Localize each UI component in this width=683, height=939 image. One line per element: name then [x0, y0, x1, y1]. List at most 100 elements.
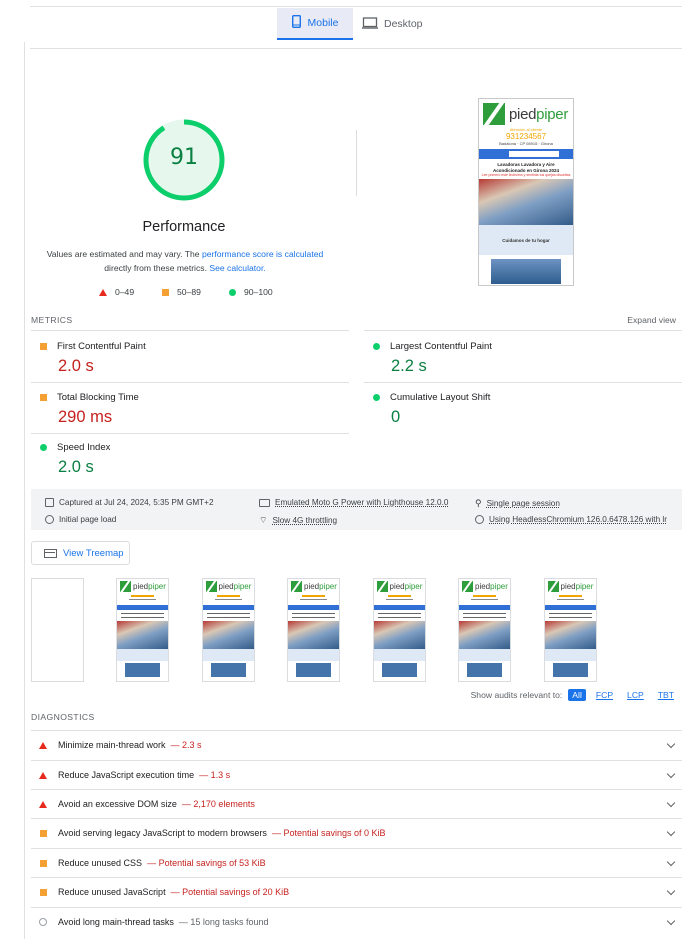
metrics-label: METRICS: [31, 315, 73, 325]
fail-triangle-icon: [39, 800, 47, 808]
logo-text-b: piper: [490, 582, 508, 591]
metric-value: 2.0 s: [58, 357, 94, 375]
logo-text-a: pied: [475, 582, 491, 591]
address-text: Badalona · CP 08915 · Girona: [499, 141, 553, 146]
frame-secondary-image: [125, 663, 160, 677]
secondary-image: [491, 259, 561, 284]
average-square-icon: [40, 394, 47, 401]
filter-fcp[interactable]: FCP: [592, 689, 617, 701]
piedpiper-logo: piedpiper: [545, 579, 596, 592]
piedpiper-logo-mark: [291, 581, 302, 592]
frame-text-line: [377, 617, 421, 618]
info-circle-icon: [39, 918, 47, 926]
legend-average: 50–89: [162, 287, 201, 297]
chevron-down-icon: [666, 886, 676, 896]
device-icon: [259, 498, 270, 507]
filter-all[interactable]: All: [568, 689, 586, 701]
frame-phone-line: [131, 595, 154, 597]
metric-value: 0: [391, 408, 401, 426]
service-box-title: Cuidamos de tu hogar: [502, 237, 550, 243]
frame-nav-bar: [288, 605, 339, 610]
session-icon: ⚲: [475, 498, 482, 508]
frame-secondary-image: [381, 663, 417, 677]
audit-filter: Show audits relevant to: All FCP LCP TBT: [471, 689, 678, 701]
frame-nav-bar: [202, 605, 254, 610]
frame-text-line: [463, 613, 506, 614]
audit-unused-js[interactable]: Reduce unused JavaScript — Potential sav…: [31, 877, 682, 906]
piedpiper-logo-mark: [120, 581, 131, 592]
fail-triangle-icon: [39, 741, 47, 749]
performance-description: Values are estimated and may vary. The p…: [40, 247, 330, 275]
metric-value: 2.2 s: [391, 357, 427, 375]
performance-title: Performance: [142, 219, 226, 235]
run-info-bar: Captured at Jul 24, 2024, 5:35 PM GMT+2 …: [31, 489, 682, 530]
audit-title: Minimize main-thread work: [58, 740, 166, 750]
see-calculator-link[interactable]: See calculator.: [209, 263, 265, 273]
treemap-icon: [44, 548, 57, 558]
session-text[interactable]: Single page session: [487, 499, 560, 508]
audit-dom-size[interactable]: Avoid an excessive DOM size — 2,170 elem…: [31, 789, 682, 818]
tab-desktop-label: Desktop: [384, 18, 423, 30]
frame-hero-image: [544, 621, 596, 649]
frame-service-box: [202, 649, 254, 661]
piedpiper-logo-mark: [205, 581, 217, 592]
calendar-icon: [45, 498, 54, 507]
metric-value: 290 ms: [58, 408, 113, 426]
audit-js-execution[interactable]: Reduce JavaScript execution time — 1.3 s: [31, 760, 682, 789]
piedpiper-logo: piedpiper: [203, 579, 254, 592]
metric-divider: [31, 382, 349, 383]
audit-title: Avoid serving legacy JavaScript to moder…: [58, 828, 267, 838]
frame-text-line: [206, 613, 250, 614]
average-square-icon: [39, 829, 47, 837]
metric-divider: [31, 433, 349, 434]
expand-view-toggle[interactable]: Expand view: [627, 315, 676, 325]
metric-tbt: Total Blocking Time 290 ms: [40, 392, 139, 427]
average-square-icon: [39, 888, 47, 896]
metric-divider: [364, 330, 682, 331]
throttling-text[interactable]: Slow 4G throttling: [272, 516, 337, 525]
audit-filter-label: Show audits relevant to:: [470, 690, 563, 700]
audit-minimize-main-thread[interactable]: Minimize main-thread work — 2.3 s: [31, 730, 682, 759]
audit-legacy-js[interactable]: Avoid serving legacy JavaScript to moder…: [31, 818, 682, 847]
tab-mobile[interactable]: Mobile: [277, 8, 353, 40]
metric-name: First Contentful Paint: [57, 341, 146, 352]
frame-phone-line: [216, 595, 240, 597]
filter-tbt[interactable]: TBT: [654, 689, 678, 701]
audit-detail: — 1.3 s: [199, 770, 231, 780]
audit-long-tasks[interactable]: Avoid long main-thread tasks — 15 long t…: [31, 907, 682, 936]
fail-triangle-icon: [99, 288, 107, 296]
score-divider: [356, 130, 357, 196]
frame-text-line: [377, 613, 421, 614]
logo-text-a: pied: [509, 105, 537, 123]
frame-nav-bar: [117, 605, 168, 610]
pass-circle-icon: [40, 444, 47, 451]
device-text[interactable]: Emulated Moto G Power with Lighthouse 12…: [275, 498, 448, 507]
view-treemap-button[interactable]: View Treemap: [31, 541, 130, 565]
logo-text-b: piper: [148, 582, 166, 591]
average-square-icon: [40, 343, 47, 350]
metric-name: Cumulative Layout Shift: [390, 392, 491, 403]
audit-unused-css[interactable]: Reduce unused CSS — Potential savings of…: [31, 848, 682, 877]
service-box: Cuidamos de tu hogar: [479, 225, 573, 255]
metric-divider: [364, 382, 682, 383]
score-calculated-link[interactable]: performance score is calculated: [202, 249, 323, 259]
filmstrip-frame-blank: [31, 578, 84, 682]
browser-text[interactable]: Using HeadlessChromium 126.0.6478.126 wi…: [489, 515, 667, 524]
metric-value: 2.0 s: [58, 458, 94, 476]
filter-lcp[interactable]: LCP: [623, 689, 648, 701]
legend-fail: 0–49: [99, 287, 134, 297]
pass-circle-icon: [373, 343, 380, 350]
mobile-icon: [291, 14, 301, 31]
device-tabs: Mobile Desktop: [0, 8, 683, 40]
logo-text-a: pied: [133, 582, 149, 591]
tab-desktop[interactable]: Desktop: [362, 8, 432, 40]
phone-number: 931234567: [505, 132, 547, 141]
frame-text-line: [471, 599, 498, 600]
tabs-divider: [30, 48, 682, 49]
filmstrip-frame: piedpiper: [201, 578, 255, 682]
captured-text: Captured at Jul 24, 2024, 5:35 PM GMT+2: [59, 498, 214, 507]
audit-detail: — 2.3 s: [170, 740, 202, 750]
frame-text-line: [548, 613, 592, 614]
promo-line: Lee primero este lindísimo y sentirás tu…: [481, 173, 571, 177]
frame-text-line: [292, 617, 335, 618]
